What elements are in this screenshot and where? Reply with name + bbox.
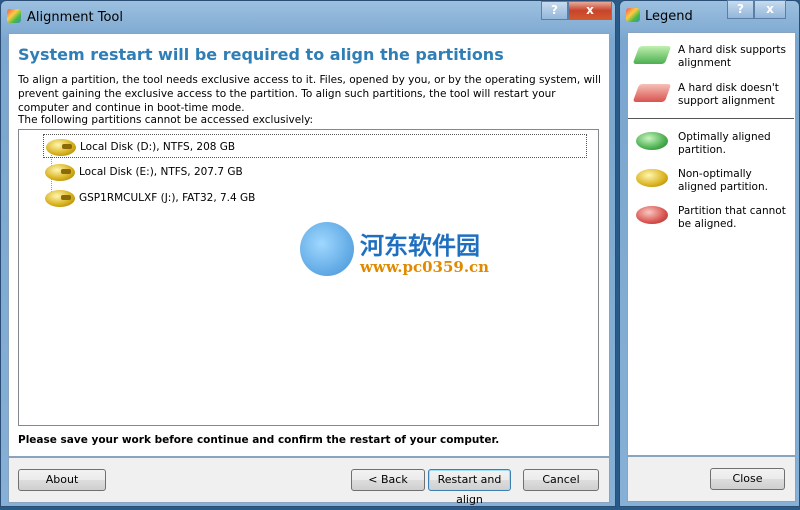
- alignment-tool-window: Alignment Tool ? x System restart will b…: [0, 0, 616, 507]
- restart-and-align-button[interactable]: Restart and align: [428, 469, 511, 506]
- partition-yellow-icon: [45, 190, 75, 207]
- partition-green-icon: [636, 132, 668, 150]
- partition-yellow-icon: [45, 164, 75, 181]
- cancel-button[interactable]: Cancel: [523, 469, 599, 491]
- help-button[interactable]: ?: [541, 1, 568, 20]
- list-item[interactable]: Local Disk (D:), NTFS, 208 GB: [43, 134, 587, 158]
- partition-yellow-icon: [636, 169, 668, 187]
- legend-close-x-button[interactable]: x: [754, 0, 786, 19]
- warning-text: Please save your work before continue an…: [18, 434, 500, 446]
- item-label: Local Disk (D:), NTFS, 208 GB: [80, 141, 236, 153]
- description: To align a partition, the tool needs exc…: [18, 74, 601, 114]
- legend-item: Non-optimally aligned partition.: [678, 168, 768, 193]
- list-item[interactable]: Local Disk (E:), NTFS, 207.7 GB: [43, 160, 243, 184]
- window-title: Alignment Tool: [27, 10, 123, 25]
- about-button[interactable]: About: [18, 469, 106, 491]
- close-button[interactable]: x: [568, 1, 612, 20]
- hard-disk-green-icon: [632, 46, 672, 64]
- list-label: The following partitions cannot be acces…: [18, 114, 314, 126]
- legend-help-button[interactable]: ?: [727, 0, 754, 19]
- back-button[interactable]: < Back: [351, 469, 425, 491]
- legend-title: Legend: [645, 9, 693, 24]
- hard-disk-red-icon: [632, 84, 672, 102]
- page-title: System restart will be required to align…: [18, 45, 504, 64]
- legend-item: A hard disk doesn't support alignment: [678, 82, 779, 107]
- partition-red-icon: [636, 206, 668, 224]
- app-icon: [7, 9, 21, 23]
- close-button[interactable]: Close: [710, 468, 785, 490]
- legend-item: A hard disk supports alignment: [678, 44, 786, 69]
- legend-divider: [628, 118, 794, 119]
- legend-icon: [626, 8, 640, 22]
- partition-yellow-icon: [46, 139, 76, 156]
- list-item[interactable]: GSP1RMCULXF (J:), FAT32, 7.4 GB: [43, 186, 255, 210]
- partition-list[interactable]: Local Disk (D:), NTFS, 208 GB Local Disk…: [18, 129, 599, 426]
- item-label: GSP1RMCULXF (J:), FAT32, 7.4 GB: [79, 192, 256, 204]
- item-label: Local Disk (E:), NTFS, 207.7 GB: [79, 166, 243, 178]
- legend-item: Partition that cannot be aligned.: [678, 205, 786, 230]
- legend-item: Optimally aligned partition.: [678, 131, 771, 156]
